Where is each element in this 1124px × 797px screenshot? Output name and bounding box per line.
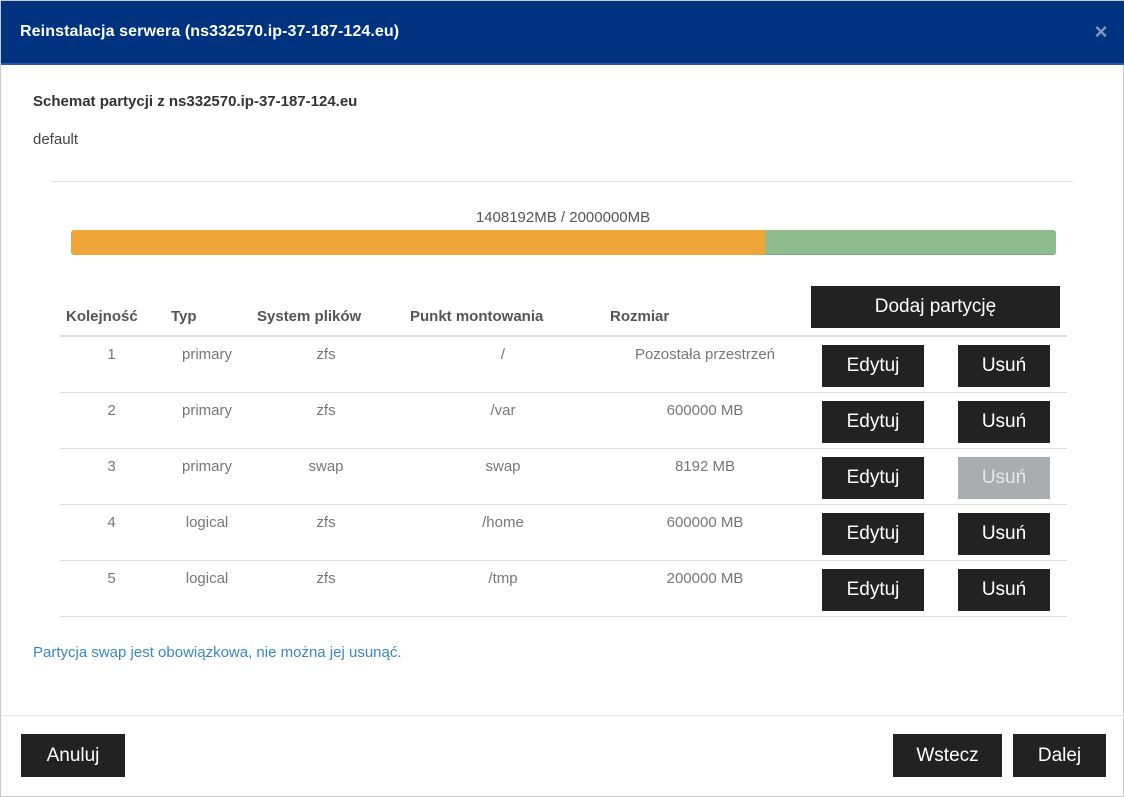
column-header-order: Kolejność bbox=[66, 308, 138, 325]
cell-filesystem: zfs bbox=[316, 346, 336, 363]
edit-partition-button[interactable]: Edytuj bbox=[822, 345, 924, 387]
cell-size: 600000 MB bbox=[666, 514, 744, 531]
partition-row: 1 primary zfs / Pozostała przestrzeń Edytuj Us… bbox=[60, 337, 1067, 393]
cell-order: 4 bbox=[107, 514, 116, 531]
cell-filesystem: zfs bbox=[316, 402, 336, 419]
swap-info-text: Partycja swap jest obowiązkowa, nie możn… bbox=[33, 644, 402, 661]
delete-partition-button[interactable]: Usuń bbox=[958, 345, 1050, 387]
cell-filesystem: zfs bbox=[316, 514, 336, 531]
delete-partition-button[interactable]: Usuń bbox=[958, 401, 1050, 443]
cell-type: primary bbox=[181, 402, 232, 419]
column-header-mountpoint: Punkt montowania bbox=[410, 308, 544, 325]
partition-row: 4 logical zfs/home 600000 MB Edytuj Usuń bbox=[60, 505, 1067, 561]
cell-size: Pozostała przestrzeń bbox=[634, 346, 776, 363]
edit-partition-button[interactable]: Edytuj bbox=[822, 457, 924, 499]
add-partition-button[interactable]: Dodaj partycję bbox=[811, 286, 1060, 328]
edit-partition-button[interactable]: Edytuj bbox=[822, 569, 924, 611]
cell-mountpoint: /var bbox=[490, 402, 516, 419]
cell-type: logical bbox=[185, 570, 229, 587]
cell-order: 2 bbox=[107, 402, 116, 419]
delete-partition-button: Usuń bbox=[958, 457, 1050, 499]
cell-mountpoint: /home bbox=[482, 514, 524, 531]
disk-usage-bar-fill bbox=[71, 230, 765, 255]
cell-filesystem: zfs bbox=[316, 570, 336, 587]
edit-partition-button[interactable]: Edytuj bbox=[822, 513, 924, 555]
cell-type: primary bbox=[181, 346, 232, 363]
column-header-size: Rozmiar bbox=[610, 308, 670, 325]
close-icon[interactable]: × bbox=[1089, 19, 1113, 45]
next-button[interactable]: Dalej bbox=[1013, 734, 1106, 777]
edit-partition-button[interactable]: Edytuj bbox=[822, 401, 924, 443]
cell-order: 3 bbox=[107, 458, 116, 475]
delete-partition-button[interactable]: Usuń bbox=[958, 513, 1050, 555]
cell-filesystem: swap bbox=[308, 458, 344, 475]
cell-type: logical bbox=[185, 514, 229, 531]
cancel-button[interactable]: Anuluj bbox=[21, 734, 125, 777]
delete-partition-button[interactable]: Usuń bbox=[958, 569, 1050, 611]
cell-size: 200000 MB bbox=[666, 570, 744, 587]
cell-size: 600000 MB bbox=[666, 402, 744, 419]
cell-order: 5 bbox=[107, 570, 116, 587]
partition-row: 5 logical zfs/tmp 200000 MB Edytuj Usuń bbox=[60, 561, 1067, 617]
column-header-type: Typ bbox=[171, 308, 197, 325]
dialog-title: Reinstalacja serwera (ns332570.ip-37-187… bbox=[20, 23, 400, 40]
back-button[interactable]: Wstecz bbox=[893, 734, 1002, 777]
column-header-filesystem: System plików bbox=[257, 308, 362, 325]
partition-scheme-title: Schemat partycji z ns332570.ip-37-187-12… bbox=[33, 93, 358, 110]
cell-type: primary bbox=[181, 458, 232, 475]
partition-row: 2 primary zfs/var 600000 MB Edytuj Usuń bbox=[60, 393, 1067, 449]
cell-order: 1 bbox=[107, 346, 116, 363]
disk-usage-text: 1408192MB / 2000000MB bbox=[475, 209, 651, 226]
partition-row: 3 primary swap swap 8192 MB Edytuj Usuń bbox=[60, 449, 1067, 505]
partition-scheme-name: default bbox=[33, 131, 79, 148]
dialog-header: Reinstalacja serwera (ns332570.ip-37-187… bbox=[1, 1, 1124, 65]
cell-mountpoint: / bbox=[500, 346, 506, 363]
cell-mountpoint: /tmp bbox=[488, 570, 518, 587]
cell-size: 8192 MB bbox=[674, 458, 736, 475]
divider bbox=[51, 181, 1073, 182]
cell-mountpoint: swap bbox=[485, 458, 521, 475]
disk-usage-bar bbox=[71, 230, 1056, 255]
reinstall-dialog: Reinstalacja serwera (ns332570.ip-37-187… bbox=[0, 0, 1124, 797]
footer-divider bbox=[1, 715, 1124, 716]
